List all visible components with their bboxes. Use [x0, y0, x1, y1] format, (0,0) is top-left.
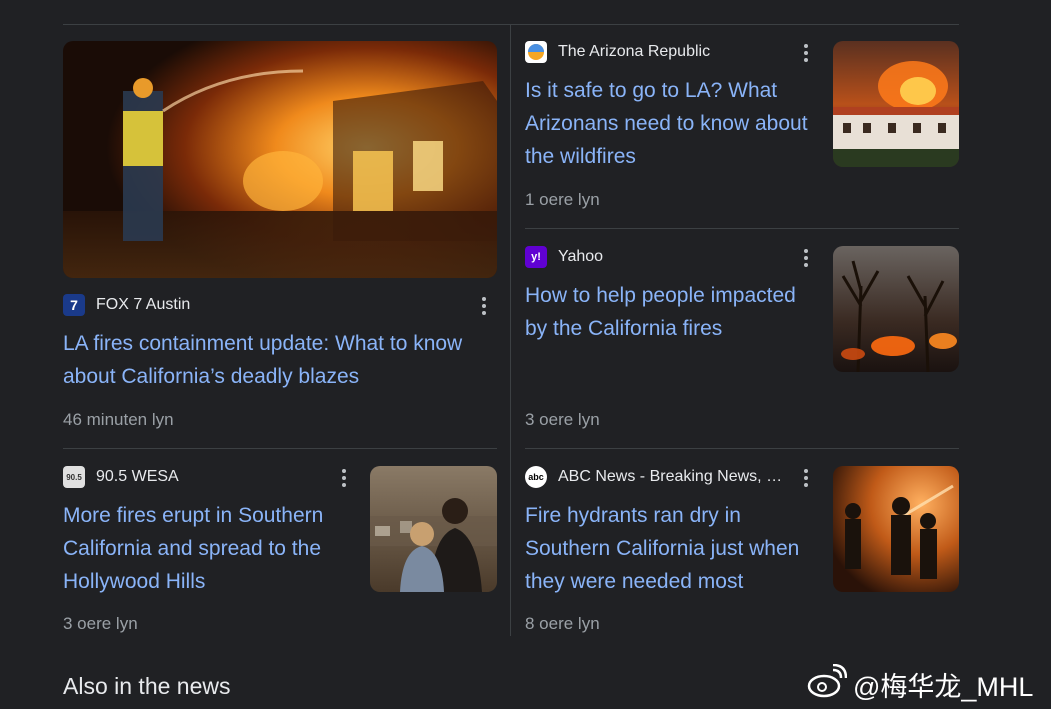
article-time: 3 oere lyn	[63, 614, 138, 633]
abc-news-logo-icon: abc	[525, 466, 547, 488]
article-time: 1 oere lyn	[525, 190, 600, 209]
article-time: 46 minuten lyn	[63, 410, 174, 429]
source-fox7[interactable]: 7 FOX 7 Austin	[63, 294, 190, 316]
article-image-couple-watching[interactable]	[370, 466, 497, 592]
source-arizona-republic[interactable]: The Arizona Republic	[525, 41, 710, 63]
article-image-firefighter[interactable]	[63, 41, 497, 278]
article-image-firefighters-hose[interactable]	[833, 466, 959, 592]
fox7-logo-icon: 7	[63, 294, 85, 316]
article-image-burning-trees[interactable]	[833, 246, 959, 372]
row-divider-left	[63, 448, 497, 449]
more-vert-icon[interactable]	[334, 466, 354, 490]
wesa-logo-icon: 90.5	[63, 466, 85, 488]
arizona-republic-logo-icon	[525, 41, 547, 63]
article-image-hillside-fire[interactable]	[833, 41, 959, 167]
yahoo-logo-icon: y!	[525, 246, 547, 268]
article-headline[interactable]: More fires erupt in Southern California …	[63, 499, 353, 598]
article-time: 8 oere lyn	[525, 614, 600, 633]
source-name: The Arizona Republic	[558, 43, 711, 60]
article-headline[interactable]: Is it safe to go to LA? What Arizonans n…	[525, 74, 815, 173]
also-in-news-heading: Also in the news	[63, 673, 231, 699]
source-name: 90.5 WESA	[96, 468, 179, 485]
more-vert-icon[interactable]	[474, 294, 494, 318]
more-vert-icon[interactable]	[796, 41, 816, 65]
source-yahoo[interactable]: y! Yahoo	[525, 246, 603, 268]
more-vert-icon[interactable]	[796, 466, 816, 490]
watermark: @梅华龙_MHL	[807, 663, 1034, 705]
watermark-text: @梅华龙_MHL	[853, 672, 1034, 702]
article-headline[interactable]: How to help people impacted by the Calif…	[525, 279, 815, 345]
row-divider-right-1	[525, 228, 959, 229]
source-name: FOX 7 Austin	[96, 296, 191, 313]
source-abc-news[interactable]: abc ABC News - Breaking News, …	[525, 466, 782, 488]
weibo-logo-icon	[807, 663, 848, 705]
article-headline[interactable]: Fire hydrants ran dry in Southern Califo…	[525, 499, 820, 598]
source-wesa[interactable]: 90.5 90.5 WESA	[63, 466, 179, 488]
column-divider	[510, 24, 511, 636]
source-name: Yahoo	[558, 248, 604, 265]
more-vert-icon[interactable]	[796, 246, 816, 270]
article-time: 3 oere lyn	[525, 410, 600, 429]
source-name: ABC News - Breaking News, …	[558, 468, 783, 485]
top-divider	[63, 24, 959, 25]
row-divider-right-2	[525, 448, 959, 449]
article-headline[interactable]: LA fires containment update: What to kno…	[63, 327, 497, 393]
